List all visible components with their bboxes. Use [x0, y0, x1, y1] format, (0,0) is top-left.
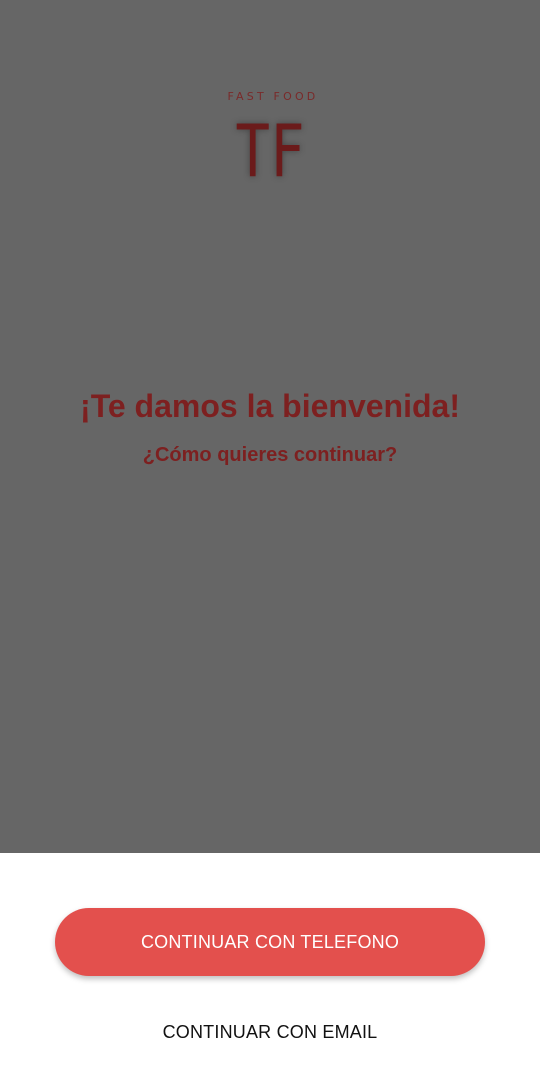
brand-tagline: FAST FOOD — [227, 90, 319, 103]
hero-area: FAST FOOD TF ¡Te damos la bienvenida! ¿C… — [0, 0, 540, 853]
welcome-title: ¡Te damos la bienvenida! — [80, 388, 460, 424]
continue-with-phone-button[interactable]: CONTINUAR CON TELEFONO — [55, 908, 485, 976]
app-logo: TF — [235, 109, 305, 193]
welcome-subtitle: ¿Cómo quieres continuar? — [142, 444, 398, 466]
welcome-screen: FAST FOOD TF ¡Te damos la bienvenida! ¿C… — [0, 0, 540, 1089]
continue-with-email-button[interactable]: CONTINUAR CON EMAIL — [55, 1012, 485, 1052]
